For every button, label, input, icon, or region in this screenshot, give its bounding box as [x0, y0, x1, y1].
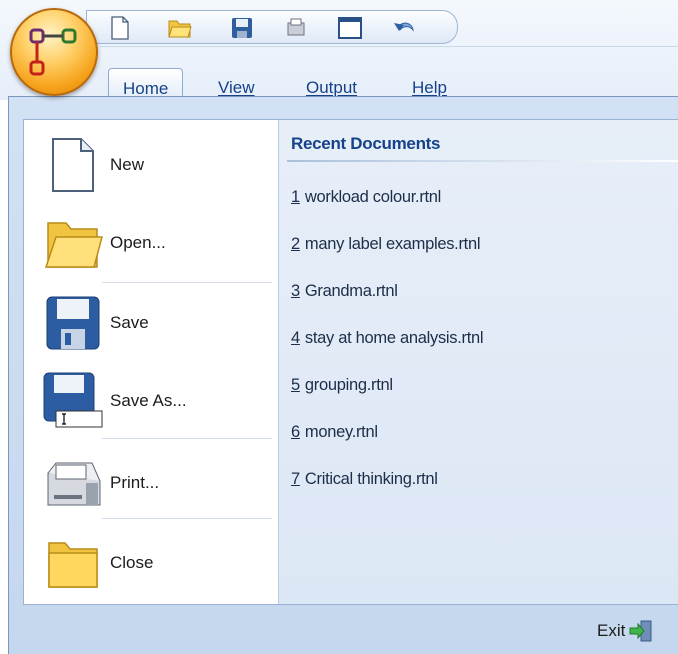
window-icon[interactable] [337, 15, 363, 41]
recent-item[interactable]: 2 many label examples.rtnl [291, 235, 481, 254]
recent-item-name: money.rtnl [304, 423, 378, 441]
recent-item-name: stay at home analysis.rtnl [304, 329, 484, 347]
recent-item-number: 5 [291, 376, 300, 394]
new-command[interactable]: New [24, 130, 279, 200]
application-button[interactable] [10, 8, 98, 96]
application-menu-body: New Open... Save Save As... Print... Clo… [23, 119, 678, 605]
new-document-icon [42, 134, 104, 196]
recent-item-number: 1 [291, 188, 300, 206]
exit-label: Exit [597, 621, 626, 640]
recent-item-name: Grandma.rtnl [304, 282, 398, 300]
title-bar: Home View Output Help [0, 0, 678, 100]
recent-item[interactable]: 7 Critical thinking.rtnl [291, 470, 438, 489]
recent-item-number: 3 [291, 282, 300, 300]
save-disk-icon[interactable] [229, 15, 255, 41]
recent-item-name: workload colour.rtnl [304, 188, 442, 206]
recent-item-number: 7 [291, 470, 300, 488]
application-menu: New Open... Save Save As... Print... Clo… [8, 96, 678, 654]
print-label: Print... [110, 473, 160, 492]
recent-documents-panel: Recent Documents 1 workload colour.rtnl 2… [279, 120, 678, 604]
command-separator [102, 518, 272, 519]
undo-icon[interactable] [391, 15, 417, 41]
exit-button[interactable]: Exit [597, 619, 653, 643]
save-label: Save [110, 313, 149, 332]
new-label: New [110, 155, 145, 174]
recent-item-number: 6 [291, 423, 300, 441]
new-document-icon[interactable] [107, 15, 133, 41]
close-folder-icon [42, 532, 104, 594]
recent-item-name: grouping.rtnl [304, 376, 393, 394]
recent-item-name: many label examples.rtnl [304, 235, 481, 253]
close-command[interactable]: Close [24, 528, 279, 598]
command-list: New Open... Save Save As... Print... Clo… [24, 120, 279, 604]
recent-item-number: 2 [291, 235, 300, 253]
open-folder-icon[interactable] [167, 15, 193, 41]
recent-documents-title: Recent Documents [291, 134, 441, 153]
close-label: Close [110, 553, 154, 572]
command-separator [102, 282, 272, 283]
exit-door-icon [629, 620, 653, 642]
save-as-icon [42, 370, 104, 432]
recent-documents-divider [287, 160, 678, 162]
open-label: Open... [110, 233, 166, 252]
recent-item[interactable]: 5 grouping.rtnl [291, 376, 393, 395]
recent-item[interactable]: 6 money.rtnl [291, 423, 378, 442]
recent-item-number: 4 [291, 329, 300, 347]
recent-item-name: Critical thinking.rtnl [304, 470, 438, 488]
toolbar-divider [100, 46, 678, 47]
open-folder-icon [42, 212, 104, 274]
save-as-command[interactable]: Save As... [24, 366, 279, 436]
printer-icon[interactable] [283, 15, 309, 41]
recent-item[interactable]: 4 stay at home analysis.rtnl [291, 329, 484, 348]
save-disk-icon [42, 292, 104, 354]
command-separator [102, 438, 272, 439]
quick-access-toolbar [86, 10, 458, 44]
application-menu-footer: Exit [9, 605, 678, 654]
print-command[interactable]: Print... [24, 448, 279, 518]
recent-item[interactable]: 1 workload colour.rtnl [291, 188, 441, 207]
open-command[interactable]: Open... [24, 208, 279, 278]
app-logo-icon [29, 28, 77, 76]
printer-icon [42, 452, 104, 514]
save-command[interactable]: Save [24, 288, 279, 358]
save-as-label: Save As... [110, 391, 187, 410]
recent-item[interactable]: 3 Grandma.rtnl [291, 282, 398, 301]
